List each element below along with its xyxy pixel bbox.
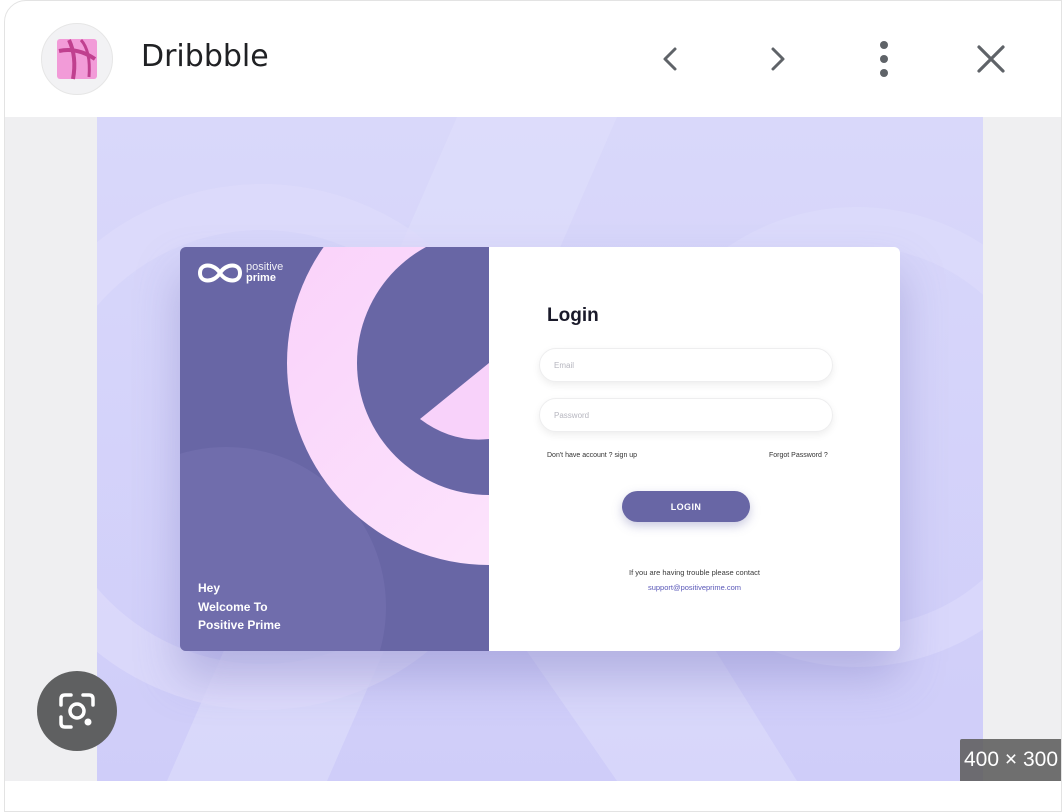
more-options-button[interactable]	[856, 31, 912, 87]
image-size-badge: 400 × 300	[960, 739, 1061, 781]
login-button: LOGIN	[622, 491, 750, 522]
chevron-right-icon	[771, 47, 785, 71]
welcome-line: Welcome To	[198, 599, 268, 614]
dribbble-logo-icon[interactable]	[41, 23, 113, 95]
next-button[interactable]	[749, 31, 805, 87]
mockup-brand-logo: positive prime	[198, 261, 283, 285]
image-preview-area: positive prime Hey Welcome To Positive P…	[5, 117, 1061, 781]
close-button[interactable]	[963, 31, 1019, 87]
brand-line-2: prime	[246, 272, 276, 284]
viewer-header: Dribbble	[5, 1, 1061, 117]
brand-line-1: positive	[246, 261, 284, 273]
welcome-text: Hey Welcome To Positive Prime	[198, 579, 281, 635]
welcome-line: Positive Prime	[198, 618, 281, 632]
password-field: Password	[539, 398, 833, 432]
close-icon	[977, 45, 1005, 73]
mockup-left-panel: positive prime Hey Welcome To Positive P…	[180, 247, 489, 651]
preview-image[interactable]: positive prime Hey Welcome To Positive P…	[97, 117, 983, 781]
chevron-left-icon	[663, 47, 677, 71]
welcome-line: Hey	[198, 581, 221, 595]
email-field: Email	[539, 348, 833, 382]
previous-button[interactable]	[643, 31, 699, 87]
mockup-login-form: Login Email Password Don't have account …	[489, 247, 900, 651]
google-lens-button[interactable]	[37, 671, 117, 751]
google-lens-icon	[59, 693, 95, 729]
image-viewer-panel: Dribbble positive prime Hey Welcome To P…	[4, 0, 1062, 812]
more-vert-icon	[880, 41, 888, 77]
forgot-password-link: Forgot Password ?	[769, 452, 828, 459]
infinity-logo-icon	[198, 263, 242, 283]
site-name[interactable]: Dribbble	[141, 39, 269, 74]
trouble-text: If you are having trouble please contact	[629, 568, 760, 577]
login-title: Login	[547, 305, 599, 326]
signup-link: Don't have account ? sign up	[547, 452, 638, 459]
support-email: support@positiveprime.com	[647, 583, 742, 592]
login-mockup-card: positive prime Hey Welcome To Positive P…	[180, 247, 900, 651]
